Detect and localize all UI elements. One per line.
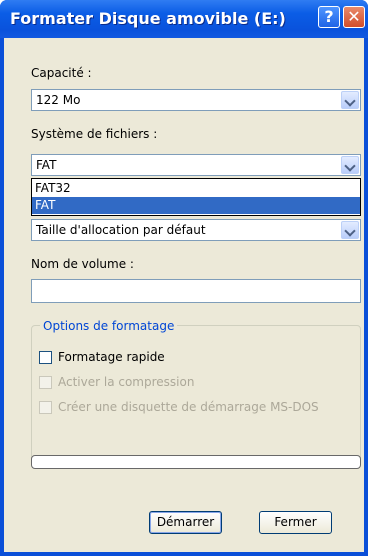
filesystem-select[interactable]: FAT — [31, 154, 361, 176]
help-button[interactable]: ? — [318, 6, 340, 28]
format-dialog: Formater Disque amovible (E:) ? ✕ Capaci… — [0, 0, 368, 556]
chevron-down-icon[interactable] — [341, 156, 359, 174]
filesystem-dropdown-list: FAT32 FAT — [31, 178, 361, 216]
format-options-group — [31, 325, 361, 462]
msdos-disk-checkbox — [39, 401, 52, 414]
allocation-value: Taille d'allocation par défaut — [36, 223, 206, 237]
close-icon[interactable]: ✕ — [343, 6, 365, 28]
compression-checkbox — [39, 376, 52, 389]
capacity-value: 122 Mo — [36, 93, 81, 107]
volume-name-input[interactable] — [31, 279, 361, 303]
quick-format-label[interactable]: Formatage rapide — [58, 350, 165, 364]
format-progress-bar — [31, 455, 361, 469]
filesystem-option-fat32[interactable]: FAT32 — [32, 180, 360, 197]
filesystem-label: Système de fichiers : — [31, 127, 158, 141]
dialog-body: Capacité : 122 Mo Système de fichiers : … — [4, 38, 364, 552]
volume-label: Nom de volume : — [31, 257, 134, 271]
msdos-disk-label: Créer une disquette de démarrage MS-DOS — [58, 400, 319, 414]
allocation-select[interactable]: Taille d'allocation par défaut — [31, 219, 361, 241]
capacity-label: Capacité : — [31, 66, 92, 80]
chevron-down-icon[interactable] — [341, 91, 359, 109]
filesystem-value: FAT — [36, 158, 57, 172]
capacity-select[interactable]: 122 Mo — [31, 89, 361, 111]
start-button[interactable]: Démarrer — [149, 511, 222, 534]
format-options-legend: Options de formatage — [40, 319, 178, 333]
chevron-down-icon[interactable] — [341, 221, 359, 239]
close-button[interactable]: Fermer — [259, 511, 332, 534]
title-bar[interactable]: Formater Disque amovible (E:) ? ✕ — [0, 0, 368, 38]
filesystem-option-fat[interactable]: FAT — [32, 197, 360, 214]
quick-format-checkbox[interactable] — [39, 351, 52, 364]
window-title: Formater Disque amovible (E:) — [10, 9, 286, 28]
compression-label: Activer la compression — [58, 375, 195, 389]
